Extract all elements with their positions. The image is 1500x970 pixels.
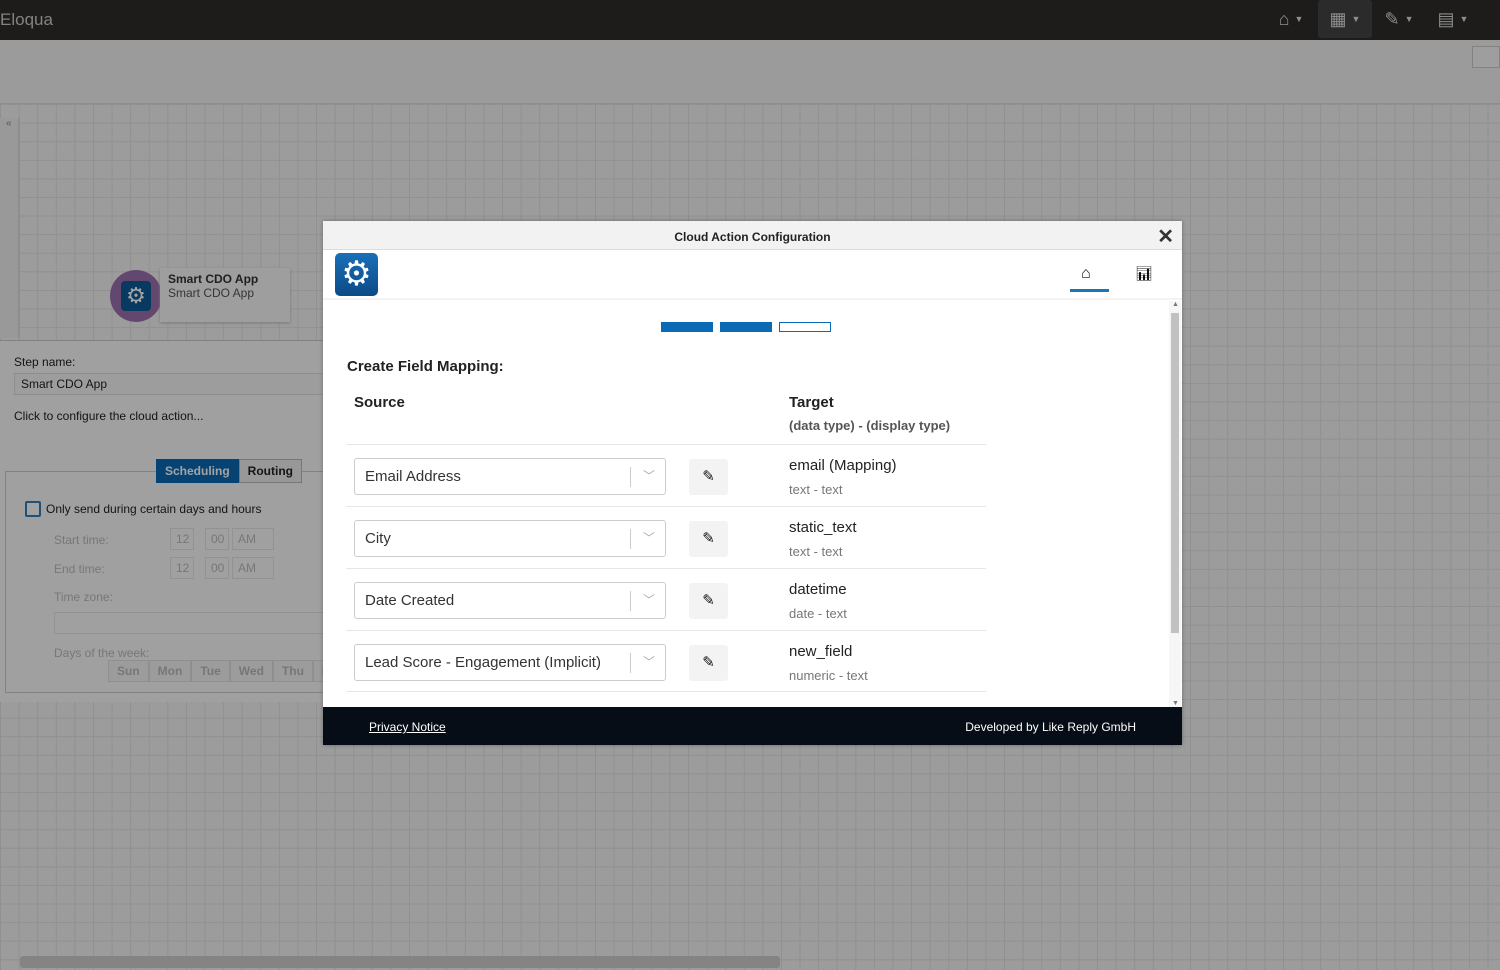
modal-title: Cloud Action Configuration xyxy=(674,230,831,244)
progress-step-1 xyxy=(661,322,713,332)
target-field-type: numeric - text xyxy=(789,668,868,683)
close-icon[interactable]: ✕ xyxy=(1157,221,1174,253)
chevron-down-icon: ﹀ xyxy=(642,469,655,483)
edit-mapping-button[interactable]: ✎ xyxy=(689,583,728,619)
app-logo-gear-icon: ⚙ xyxy=(335,253,378,296)
mapping-row: Email Address ﹀ ✎ email (Mapping) text - … xyxy=(346,444,986,506)
vertical-scrollbar[interactable]: ▲ ▼ xyxy=(1169,301,1181,707)
source-field-select[interactable]: Date Created ﹀ xyxy=(354,582,666,619)
edit-icon: ✎ xyxy=(702,654,715,671)
source-field-value: Lead Score - Engagement (Implicit) xyxy=(365,654,601,671)
mapping-row: Date Created ﹀ ✎ datetime date - text xyxy=(346,568,986,630)
edit-mapping-button[interactable]: ✎ xyxy=(689,521,728,557)
mapping-row: City ﹀ ✎ static_text text - text xyxy=(346,506,986,568)
target-subheader: (data type) - (display type) xyxy=(789,418,951,433)
privacy-notice-link[interactable]: Privacy Notice xyxy=(369,720,446,734)
mapping-heading: Create Field Mapping: xyxy=(347,358,504,375)
edit-mapping-button[interactable]: ✎ xyxy=(689,459,728,495)
chevron-down-icon: ﹀ xyxy=(642,655,655,669)
target-field-name: email (Mapping) xyxy=(789,457,897,474)
chevron-down-icon: ﹀ xyxy=(642,593,655,607)
target-field-type: text - text xyxy=(789,482,843,497)
edit-icon: ✎ xyxy=(702,530,715,547)
edit-mapping-button[interactable]: ✎ xyxy=(689,645,728,681)
progress-step-3 xyxy=(779,322,831,332)
source-field-value: City xyxy=(365,530,391,547)
source-field-select[interactable]: Email Address ﹀ xyxy=(354,458,666,495)
target-header: Target xyxy=(789,394,834,411)
progress-step-2 xyxy=(720,322,772,332)
source-header: Source xyxy=(354,394,405,411)
target-field-type: text - text xyxy=(789,544,843,559)
modal-footer: Privacy Notice Developed by Like Reply G… xyxy=(323,707,1182,745)
chevron-down-icon: ﹀ xyxy=(642,531,655,545)
source-field-value: Email Address xyxy=(365,468,461,485)
target-field-name: new_field xyxy=(789,643,853,660)
source-field-select[interactable]: Lead Score - Engagement (Implicit) ﹀ xyxy=(354,644,666,681)
active-nav-underline xyxy=(1070,289,1109,292)
developer-credit: Developed by Like Reply GmbH xyxy=(965,720,1136,734)
target-field-name: datetime xyxy=(789,581,847,598)
progress-steps xyxy=(661,322,831,332)
target-field-type: date - text xyxy=(789,606,847,621)
source-field-select[interactable]: City ﹀ xyxy=(354,520,666,557)
home-icon[interactable]: ⌂ xyxy=(1081,265,1091,283)
mapping-row: Lead Score - Engagement (Implicit) ﹀ ✎ ne… xyxy=(346,630,986,692)
target-field-name: static_text xyxy=(789,519,857,536)
source-field-value: Date Created xyxy=(365,592,455,609)
cloud-action-modal: Cloud Action Configuration ✕ ⚙ ⌂ 📊︎ Creat… xyxy=(323,221,1182,745)
edit-icon: ✎ xyxy=(702,468,715,485)
edit-icon: ✎ xyxy=(702,592,715,609)
bar-chart-icon[interactable]: 📊︎ xyxy=(1135,265,1153,282)
